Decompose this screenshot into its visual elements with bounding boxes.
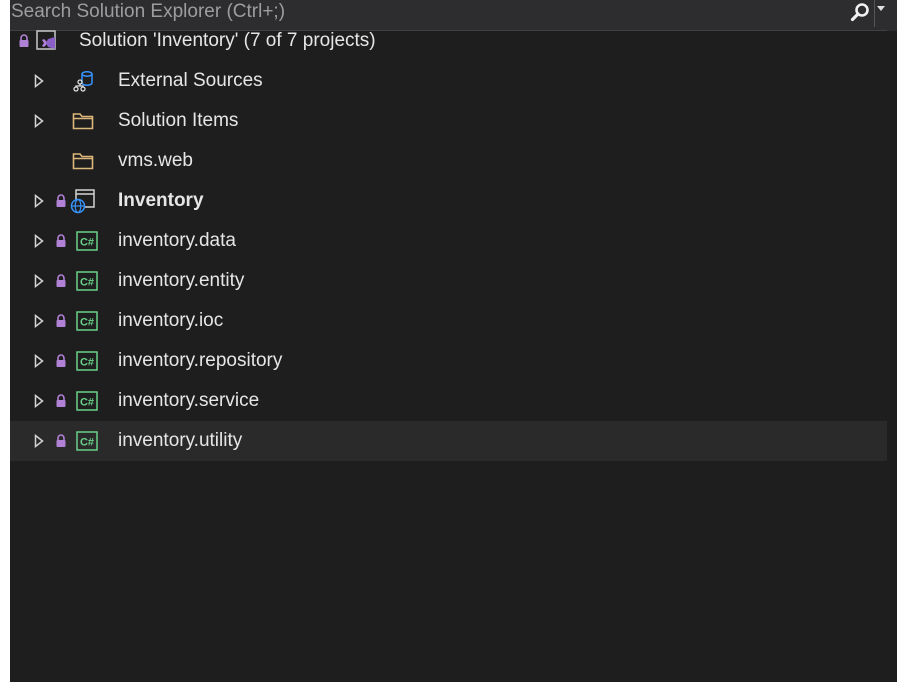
tree-item-label: Solution 'Inventory' (7 of 7 projects) [79, 30, 376, 51]
expand-arrow-icon[interactable] [32, 381, 46, 421]
tree-item-label: Solution Items [118, 110, 239, 131]
folder-icon [70, 101, 96, 141]
chevron-down-icon [877, 5, 885, 11]
external-sources-icon [70, 61, 96, 101]
lock-icon [54, 221, 68, 261]
lock-icon [54, 381, 68, 421]
solution-explorer-panel: Solution 'Inventory' (7 of 7 projects) E… [10, 0, 897, 682]
expand-arrow-icon[interactable] [32, 181, 46, 221]
tree-item-inventory-data[interactable]: C# inventory.data [10, 221, 887, 261]
lock-icon [54, 421, 68, 461]
tree-item-label: Inventory [118, 190, 204, 211]
svg-text:C#: C# [80, 277, 94, 289]
lock-icon [54, 341, 68, 381]
folder-icon [70, 141, 96, 181]
lock-icon [54, 181, 68, 221]
expand-arrow-icon[interactable] [32, 421, 46, 461]
tree-item-inventory-entity[interactable]: C# inventory.entity [10, 261, 887, 301]
csharp-project-icon: C# [74, 221, 100, 261]
tree-item-label: inventory.repository [118, 350, 283, 371]
solution-tree: Solution 'Inventory' (7 of 7 projects) E… [10, 30, 887, 461]
search-icon [850, 3, 869, 22]
tree-item-label: inventory.entity [118, 270, 245, 291]
expand-arrow-icon[interactable] [32, 301, 46, 341]
tree-item-label: External Sources [118, 70, 263, 91]
csharp-project-icon: C# [74, 381, 100, 421]
tree-item-solution[interactable]: Solution 'Inventory' (7 of 7 projects) [10, 21, 887, 61]
expand-arrow-icon[interactable] [32, 61, 46, 101]
svg-text:C#: C# [80, 437, 94, 449]
svg-text:C#: C# [80, 397, 94, 409]
tree-item-vms-web[interactable]: vms.web [10, 141, 887, 181]
tree-item-inventory[interactable]: Inventory [10, 181, 887, 221]
web-project-icon [70, 181, 96, 221]
tree-item-external-sources[interactable]: External Sources [10, 61, 887, 101]
lock-icon [54, 301, 68, 341]
tree-item-inventory-service[interactable]: C# inventory.service [10, 381, 887, 421]
csharp-project-icon: C# [74, 341, 100, 381]
svg-text:C#: C# [80, 237, 94, 249]
tree-item-label: inventory.data [118, 230, 236, 251]
tree-item-solution-items[interactable]: Solution Items [10, 101, 887, 141]
expand-arrow-icon[interactable] [32, 261, 46, 301]
csharp-project-icon: C# [74, 301, 100, 341]
tree-item-inventory-repository[interactable]: C# inventory.repository [10, 341, 887, 381]
svg-text:C#: C# [80, 357, 94, 369]
lock-icon [17, 21, 31, 61]
svg-text:C#: C# [80, 317, 94, 329]
expand-arrow-icon[interactable] [32, 341, 46, 381]
tree-item-inventory-ioc[interactable]: C# inventory.ioc [10, 301, 887, 341]
tree-item-label: inventory.utility [118, 430, 243, 451]
tree-item-inventory-utility[interactable]: C# inventory.utility [10, 421, 887, 461]
expand-arrow-icon[interactable] [32, 101, 46, 141]
expand-arrow-icon[interactable] [32, 221, 46, 261]
scrollbar[interactable] [887, 0, 897, 31]
solution-icon [34, 21, 60, 61]
csharp-project-icon: C# [74, 421, 100, 461]
tree-item-label: inventory.ioc [118, 310, 224, 331]
lock-icon [54, 261, 68, 301]
tree-item-label: vms.web [118, 150, 193, 171]
tree-item-label: inventory.service [118, 390, 260, 411]
csharp-project-icon: C# [74, 261, 100, 301]
